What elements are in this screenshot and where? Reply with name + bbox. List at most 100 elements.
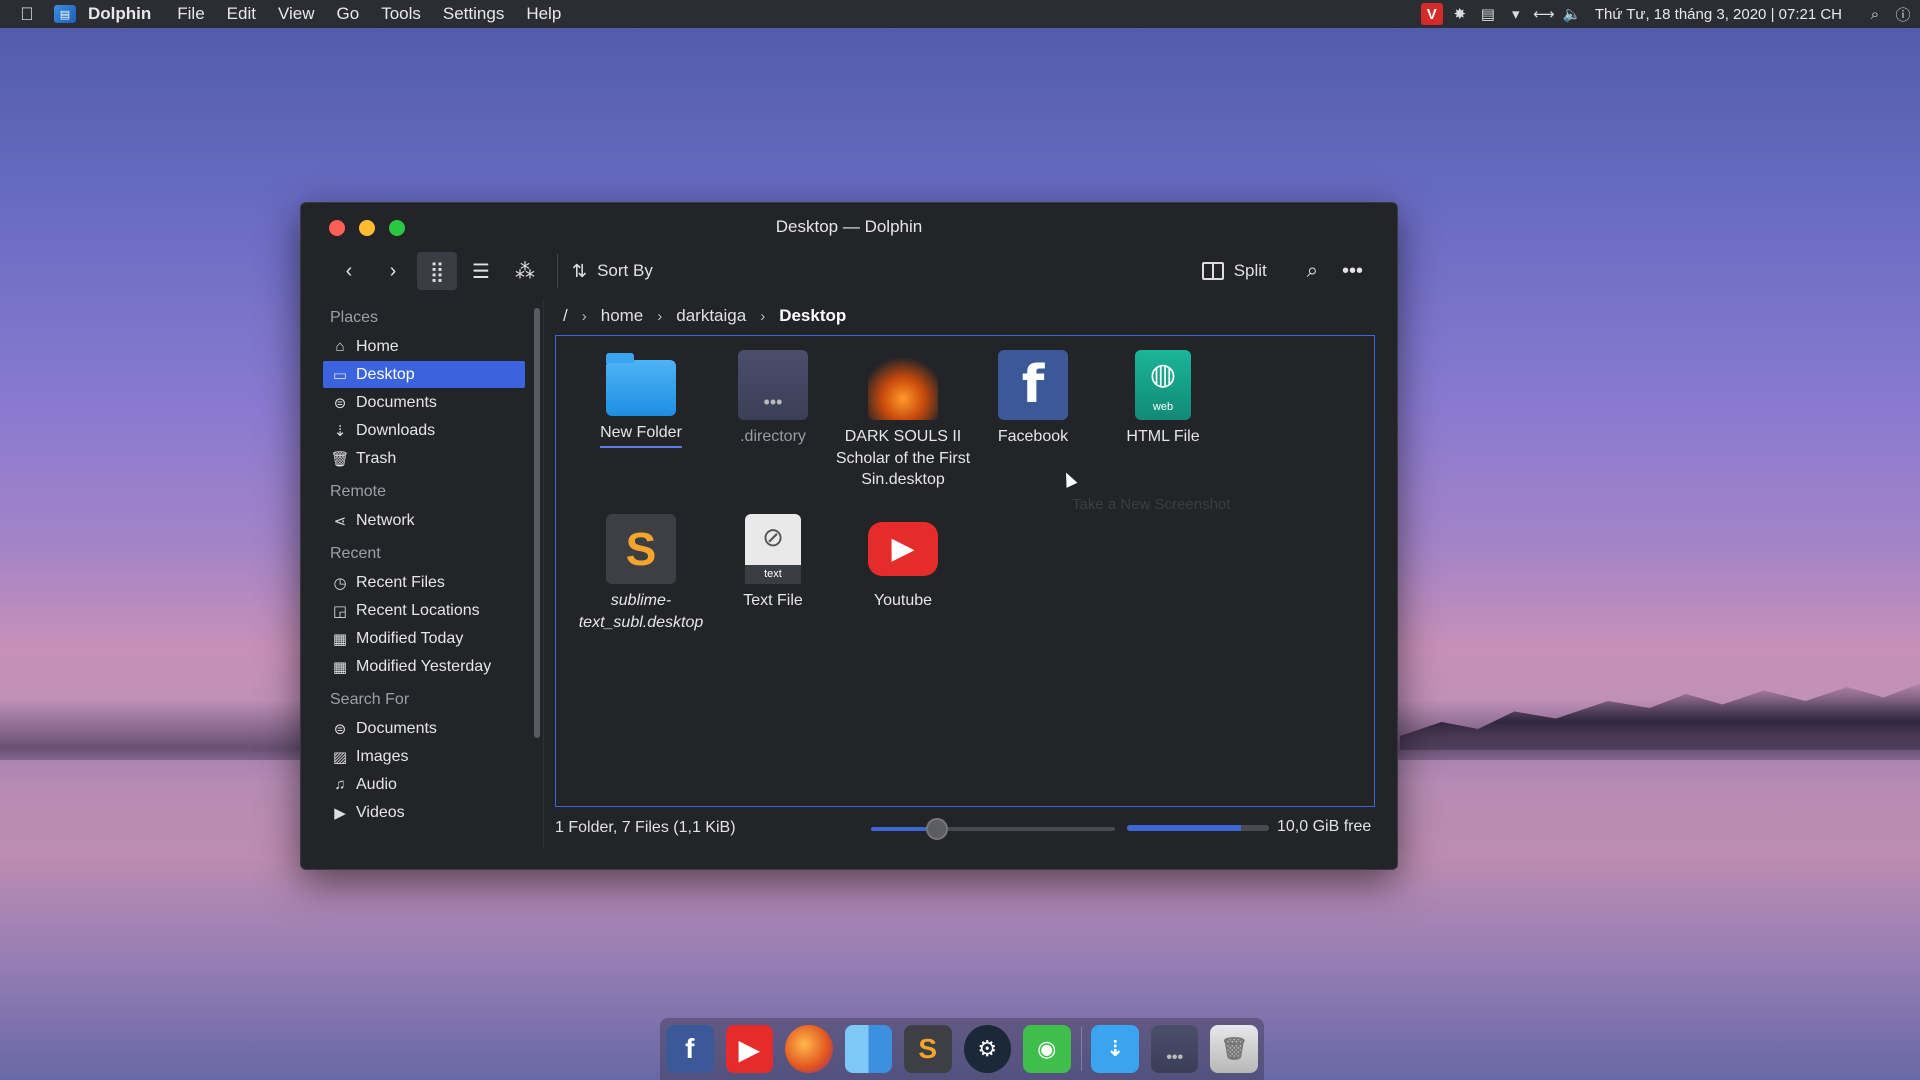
sidebar-item-desktop[interactable]: ▭ Desktop bbox=[323, 361, 525, 388]
sublime-text-icon: S bbox=[606, 514, 676, 584]
video-camera-icon: ▶ bbox=[334, 804, 346, 822]
sidebar-item-label: Modified Yesterday bbox=[356, 657, 492, 675]
home-icon: ⌂ bbox=[335, 338, 345, 355]
places-panel: Places ⌂ Home ▭ Desktop ⊜ Documents ⇣ Downlo… bbox=[323, 299, 525, 849]
apple-icon[interactable]:  bbox=[0, 4, 54, 25]
network-tray-icon[interactable]: ⟷ bbox=[1533, 3, 1555, 25]
breadcrumb-root[interactable]: / bbox=[563, 306, 568, 326]
dock-finder-icon[interactable] bbox=[844, 1025, 892, 1073]
expand-tray-icon[interactable]: ▾ bbox=[1505, 3, 1527, 25]
folder-icon bbox=[606, 353, 676, 416]
sidebar-item-search-videos[interactable]: ▶ Videos bbox=[323, 799, 525, 826]
chevron-right-icon: › bbox=[581, 307, 587, 325]
menu-settings[interactable]: Settings bbox=[443, 4, 504, 24]
menu-go[interactable]: Go bbox=[337, 4, 360, 24]
sidebar-item-label: Recent Locations bbox=[356, 601, 480, 619]
file-item-facebook[interactable]: f Facebook bbox=[958, 350, 1108, 448]
notifications-tray-icon[interactable]: ⓘ bbox=[1892, 3, 1914, 25]
sort-by-button[interactable]: ⇅ Sort By bbox=[572, 261, 653, 282]
breadcrumb-item-darktaiga[interactable]: darktaiga bbox=[676, 306, 746, 326]
sidebar-item-trash[interactable]: 🗑 Trash bbox=[323, 445, 525, 472]
search-section-title: Search For bbox=[330, 691, 410, 708]
more-options-button[interactable]: ••• bbox=[1342, 260, 1363, 283]
vivaldi-tray-icon[interactable]: V bbox=[1420, 3, 1443, 25]
file-label: DARK SOULS II Scholar of the First Sin.d… bbox=[835, 428, 971, 489]
system-tray: V ✸ ▤ ▾ ⟷ 🔈 Thứ Tư, 18 tháng 3, 2020 | 0… bbox=[1420, 0, 1920, 28]
panel-divider[interactable] bbox=[543, 299, 544, 849]
monitor-icon: ▭ bbox=[332, 366, 348, 384]
sidebar-item-search-audio[interactable]: ♫ Audio bbox=[323, 771, 525, 798]
volume-tray-icon[interactable]: 🔈 bbox=[1561, 3, 1583, 25]
split-button[interactable]: Split bbox=[1201, 261, 1267, 281]
file-view[interactable]: New Folder ••• .directory DARK SOULS II … bbox=[555, 335, 1375, 807]
sidebar-item-label: Images bbox=[356, 747, 409, 765]
file-item-sublime-text[interactable]: S sublime-text_subl.desktop bbox=[566, 514, 716, 633]
forward-button[interactable]: › bbox=[373, 252, 413, 290]
sidebar-item-search-images[interactable]: ▨ Images bbox=[323, 743, 525, 770]
disk-space-bar[interactable] bbox=[1127, 825, 1269, 831]
file-item-dark-souls[interactable]: DARK SOULS II Scholar of the First Sin.d… bbox=[828, 350, 978, 491]
file-item-youtube[interactable]: ▶ Youtube bbox=[828, 514, 978, 612]
dock-downloads-icon[interactable]: ⇣ bbox=[1091, 1025, 1139, 1073]
sidebar-item-home[interactable]: ⌂ Home bbox=[323, 333, 525, 360]
dock-youtube-icon[interactable]: ▶ bbox=[725, 1025, 773, 1073]
dock-firefox-icon[interactable] bbox=[785, 1025, 833, 1073]
menu-edit[interactable]: Edit bbox=[227, 4, 256, 24]
sidebar-scrollbar[interactable] bbox=[534, 308, 540, 738]
sidebar-item-modified-yesterday[interactable]: ▦ Modified Yesterday bbox=[323, 653, 525, 680]
menu-tools[interactable]: Tools bbox=[381, 4, 421, 24]
dock-sublime-icon[interactable]: S bbox=[904, 1025, 952, 1073]
dark-souls-icon bbox=[868, 350, 938, 420]
breadcrumb-current[interactable]: Desktop bbox=[779, 306, 846, 326]
trash-icon: 🗑 bbox=[330, 450, 350, 468]
dock-steam-icon[interactable]: ⚙ bbox=[963, 1025, 1011, 1073]
icons-view-button[interactable]: ⣿ bbox=[417, 252, 457, 290]
search-button[interactable]: ⌕ bbox=[1307, 260, 1318, 283]
toolbar: ‹ › ⣿ ☰ ⁂ ⇅ Sort By Split ⌕ ••• bbox=[329, 249, 1377, 293]
sidebar-item-recent-locations[interactable]: ◲ Recent Locations bbox=[323, 597, 525, 624]
app-name[interactable]: Dolphin bbox=[88, 4, 151, 24]
file-item-text-file[interactable]: ⊘ text Text File bbox=[698, 514, 848, 612]
calendar-icon: ▦ bbox=[332, 658, 348, 676]
file-item-html-file[interactable]: ◍ web HTML File bbox=[1088, 350, 1238, 448]
sidebar-item-modified-today[interactable]: ▦ Modified Today bbox=[323, 625, 525, 652]
sidebar-item-recent-files[interactable]: ◷ Recent Files bbox=[323, 569, 525, 596]
dock-screenshot-icon[interactable]: ◉ bbox=[1023, 1025, 1071, 1073]
sidebar-item-label: Trash bbox=[356, 449, 397, 467]
menu-file[interactable]: File bbox=[177, 4, 204, 24]
menu-help[interactable]: Help bbox=[526, 4, 561, 24]
dolphin-app-icon: ▤ bbox=[54, 5, 76, 23]
menu-view[interactable]: View bbox=[278, 4, 315, 24]
sidebar-item-documents[interactable]: ⊜ Documents bbox=[323, 389, 525, 416]
file-item-directory[interactable]: ••• .directory bbox=[698, 350, 848, 448]
search-tray-icon[interactable]: ⌕ bbox=[1864, 3, 1886, 25]
file-item-new-folder[interactable]: New Folder bbox=[566, 350, 716, 448]
dock: f ▶ S ⚙ ◉ ⇣ ••• 🗑 bbox=[660, 1018, 1264, 1080]
dock-directory-icon[interactable]: ••• bbox=[1150, 1025, 1199, 1073]
file-label: .directory bbox=[740, 428, 806, 445]
download-icon: ⇣ bbox=[333, 422, 347, 440]
breadcrumb-item-home[interactable]: home bbox=[601, 306, 644, 326]
sidebar-item-label: Downloads bbox=[356, 421, 436, 439]
window-titlebar[interactable]: Desktop — Dolphin bbox=[301, 203, 1397, 251]
dock-facebook-icon[interactable]: f bbox=[666, 1025, 714, 1073]
clipboard-tray-icon[interactable]: ▤ bbox=[1477, 3, 1499, 25]
sidebar-item-search-documents[interactable]: ⊜ Documents bbox=[323, 715, 525, 742]
zoom-slider-handle[interactable] bbox=[925, 818, 948, 840]
sidebar-item-label: Videos bbox=[356, 803, 405, 821]
dock-trash-icon[interactable]: 🗑 bbox=[1210, 1025, 1258, 1073]
zoom-slider[interactable] bbox=[871, 818, 1115, 840]
documents-icon: ⊜ bbox=[333, 394, 347, 412]
music-note-icon: ♫ bbox=[334, 776, 346, 793]
toolbar-divider bbox=[557, 254, 558, 288]
clock[interactable]: Thứ Tư, 18 tháng 3, 2020 | 07:21 CH bbox=[1595, 6, 1842, 23]
back-button[interactable]: ‹ bbox=[329, 252, 369, 290]
file-type-tag: text bbox=[745, 565, 801, 584]
settings-tray-icon[interactable]: ✸ bbox=[1449, 3, 1471, 25]
tree-view-button[interactable]: ⁂ bbox=[505, 252, 545, 290]
sidebar-item-network[interactable]: ⋖ Network bbox=[323, 507, 525, 534]
file-type-tag: web bbox=[1152, 400, 1174, 413]
details-view-button[interactable]: ☰ bbox=[461, 252, 501, 290]
sidebar-item-downloads[interactable]: ⇣ Downloads bbox=[323, 417, 525, 444]
search-icon: ⌕ bbox=[1306, 259, 1318, 282]
